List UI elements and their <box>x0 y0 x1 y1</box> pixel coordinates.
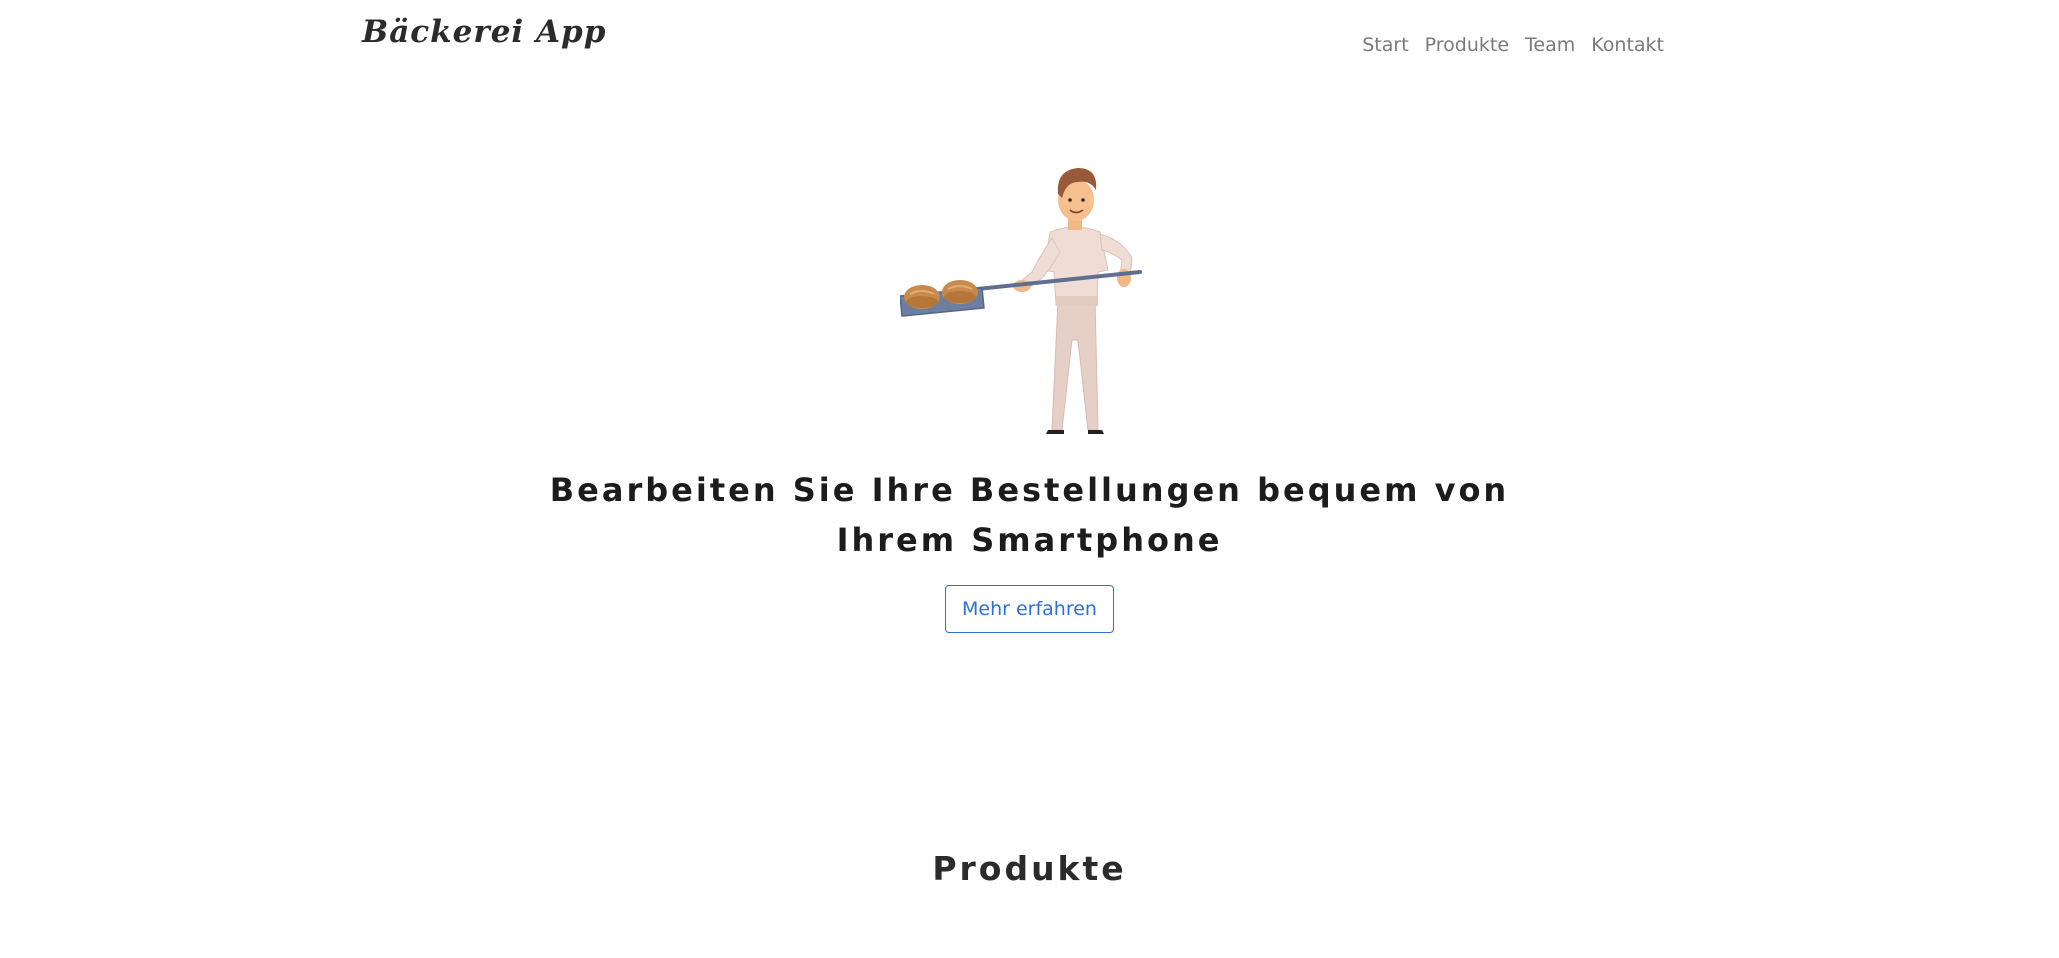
navbar: Bäckerei App Start Produkte Team Kontakt <box>0 0 2059 90</box>
nav-links: Start Produkte Team Kontakt <box>1362 34 1664 56</box>
hero-heading: Bearbeiten Sie Ihre Bestellungen bequem … <box>549 471 1510 559</box>
products-section-title: Produkte <box>932 849 1127 889</box>
brand-logo[interactable]: Bäckerei App <box>362 14 606 50</box>
nav-link-produkte[interactable]: Produkte <box>1425 34 1509 56</box>
mehr-erfahren-button[interactable]: Mehr erfahren <box>945 585 1114 633</box>
nav-link-start[interactable]: Start <box>1362 34 1408 56</box>
hero-section: Bearbeiten Sie Ihre Bestellungen bequem … <box>0 160 2059 633</box>
baker-illustration <box>899 168 1142 434</box>
nav-link-team[interactable]: Team <box>1525 34 1575 56</box>
nav-link-kontakt[interactable]: Kontakt <box>1591 34 1664 56</box>
